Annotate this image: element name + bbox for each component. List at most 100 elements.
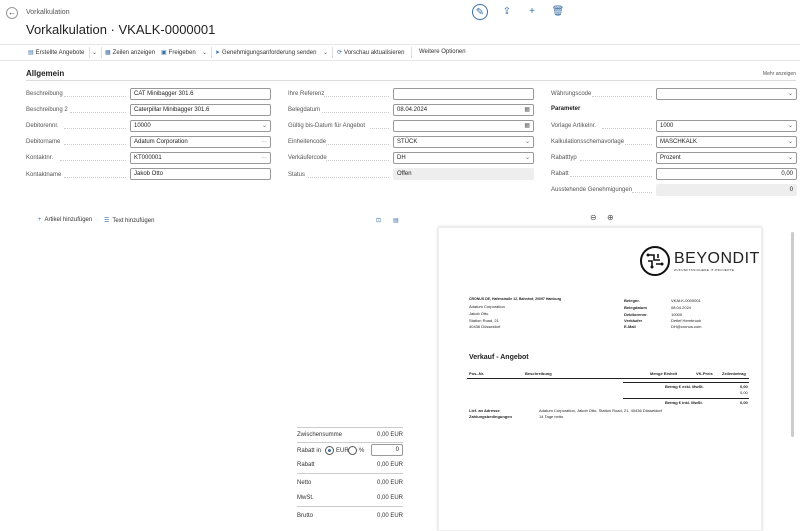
divider [297,442,403,443]
preview-scrollbar[interactable] [791,232,794,437]
dots [322,112,389,113]
field-value: STÜCK [397,139,418,145]
discount-field[interactable]: 0,00 [656,168,797,180]
dots [326,160,389,161]
section-divider [26,80,796,81]
dots [64,144,126,145]
field-value: KT000001 [134,155,162,161]
field-value: Prozent [660,155,681,161]
separator [332,47,333,58]
chevron-down-icon: ⌄ [787,139,793,145]
zoom-in-icon[interactable]: ⊕ [607,213,614,222]
field-value: 08.04.2024 [397,107,428,113]
chevron-down-icon: ⌄ [524,139,530,145]
action-label: Erstellte Angebote [35,50,85,56]
field-label: Status [288,172,306,178]
chevron-down-icon[interactable]: ⌄ [202,49,207,56]
sum-incl-value: 0,00 [740,400,748,405]
calc-scheme-select[interactable]: MASCHKALK ⌄ [656,136,797,148]
more-options-action[interactable]: Weitere Optionen [419,49,466,55]
address-line: Station Road, 21 [469,318,499,323]
back-button[interactable]: ← [6,7,18,19]
document-date-field[interactable]: 08.04.2024 ▦ [393,104,534,116]
ship-to-label: Lief. an Adresse [469,408,500,413]
show-more-link[interactable]: Mehr anzeigen [763,71,796,77]
field-label: Beschreibung 2 [26,107,68,113]
divider [297,427,403,428]
description-field[interactable]: CAT Minibagger 301.6 [130,88,271,100]
delete-icon[interactable]: 🗑 [550,4,566,20]
document-preview: BEYONDIT ZUKUNFTSSICHERE IT-PROJEKTE CRO… [438,227,762,531]
zoom-out-icon[interactable]: ⊖ [590,213,597,222]
radio-percent-label: % [359,448,365,454]
unit-code-select[interactable]: STÜCK ⌄ [393,136,534,148]
customer-no-select[interactable]: 10000 ⌄ [130,120,271,132]
item-template-select[interactable]: 1000 ⌄ [656,120,797,132]
discount-in-label: Rabatt in [297,448,322,454]
edit-icon[interactable]: ✎ [472,4,488,20]
net-label: Netto [297,480,312,486]
chevron-down-icon[interactable]: ⌄ [92,49,97,56]
button-label: Text hinzufügen [112,218,155,224]
meta-value: Detlef Hembrook [671,318,702,323]
chevron-down-icon[interactable]: ⌄ [323,49,328,56]
radio-eur[interactable] [325,446,334,455]
subtotal-label: Zwischensumme [297,432,343,438]
discount-input[interactable]: 0 [371,444,403,456]
discount-type-select[interactable]: Prozent ⌄ [656,152,797,164]
currency-select[interactable]: ⌄ [656,88,797,100]
valid-until-field[interactable]: ▦ [393,120,534,132]
field-label: Kalkulationsschemavorlage [551,139,625,145]
table-rule [467,378,749,379]
meta-key: Verkäufer [624,318,643,323]
update-preview-action[interactable]: ⟳ Vorschau aktualisieren [337,49,404,56]
expand-icon[interactable]: ⊡ [376,217,381,224]
field-label: Rabatttyp [551,155,577,161]
contact-name-field[interactable]: Jakob Otto [130,168,271,180]
new-icon[interactable]: + [524,4,540,20]
dots [592,96,652,97]
meta-key: Belegdatum [624,305,647,310]
payment-terms-value: 14 Tage netto [539,414,564,419]
action-label: Genehmigungsanforderung senden [222,50,317,56]
your-reference-field[interactable] [393,88,534,100]
dots [326,144,389,145]
dots [570,176,652,177]
release-icon: ▣ [161,50,167,56]
calendar-icon: ▦ [524,123,530,129]
chevron-down-icon: ⌄ [524,155,530,161]
lookup-icon: ··· [261,139,267,145]
text-icon: ☰ [104,218,110,224]
description2-field[interactable]: Caterpillar Minibagger 301.6 [130,104,271,116]
sum-rule [623,398,749,399]
col-price: VK-Preis [696,371,713,376]
col-qty: Menge Einheit [650,371,678,376]
gross-value: 0,00 EUR [376,513,403,519]
net-value: 0,00 EUR [376,480,403,486]
lines-icon: ▦ [105,50,111,56]
share-icon[interactable]: ⇪ [499,4,515,20]
separator [411,47,412,58]
field-label: Beschreibung [26,91,63,97]
dots [625,144,652,145]
add-text-button[interactable]: ☰ Text hinzufügen [104,217,154,224]
vat-label: MwSt. [297,495,314,501]
dots [602,128,652,129]
show-lines-action[interactable]: ▦ Zeilen anzeigen [105,49,155,56]
meta-value: DH@cronus.com [671,324,702,329]
release-action[interactable]: ▣ Freigeben [161,49,196,56]
meta-key: Belegnr. [624,298,640,303]
send-approval-action[interactable]: ➤ Genehmigungsanforderung senden [215,49,316,56]
contact-no-field[interactable]: KT000001 ··· [130,152,271,164]
list-view-icon[interactable]: ▤ [393,217,399,224]
customer-name-field[interactable]: Adatum Corporation ··· [130,136,271,148]
field-label: Vorlage Artikelnr. [551,123,597,129]
field-label: Rabatt [551,171,569,177]
radio-percent[interactable] [348,446,357,455]
dots [632,192,652,193]
field-label: Gültig bis-Datum für Angebot [288,123,366,129]
add-item-button[interactable]: + Artikel hinzufügen [38,217,92,223]
refresh-icon: ⟳ [337,50,343,56]
created-quotes-action[interactable]: ▤ Erstellte Angebote [28,49,84,56]
salesperson-select[interactable]: DH ⌄ [393,152,534,164]
